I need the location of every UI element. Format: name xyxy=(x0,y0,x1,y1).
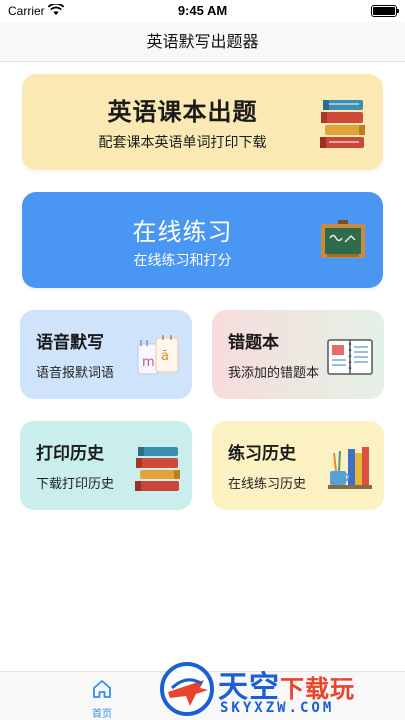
textbook-quiz-card[interactable]: 英语课本出题 配套课本英语单词打印下载 xyxy=(22,74,383,170)
pinyin-cards-icon: m ā xyxy=(137,335,179,375)
card-subtitle: 配套课本英语单词打印下载 xyxy=(98,135,267,151)
nav-bar: 英语默写出题器 xyxy=(0,22,405,62)
chalkboard-icon xyxy=(321,220,365,258)
card-subtitle: 下载打印历史 xyxy=(36,477,115,492)
card-title: 错题本 xyxy=(228,333,279,353)
online-practice-card[interactable]: 在线练习 在线练习和打分 xyxy=(22,192,383,288)
tab-home-label: 首页 xyxy=(92,709,112,720)
clock: 9:45 AM xyxy=(177,3,228,18)
card-subtitle: 语音报默词语 xyxy=(36,366,115,381)
battery-icon xyxy=(371,5,399,17)
books-stack-icon xyxy=(320,100,365,148)
desk-supplies-icon xyxy=(328,447,372,489)
notebook-icon xyxy=(327,339,373,375)
books-stack-icon xyxy=(135,447,180,491)
practice-history-card[interactable]: 练习历史 在线练习历史 xyxy=(212,421,384,510)
tab-home[interactable]: 首页 xyxy=(82,678,122,720)
home-icon xyxy=(93,680,111,698)
card-subtitle: 在线练习和打分 xyxy=(133,253,232,269)
card-subtitle: 在线练习历史 xyxy=(228,477,307,492)
watermark-domain: SKYXZW.COM xyxy=(220,700,335,716)
card-title: 练习历史 xyxy=(228,444,296,464)
card-title: 语音默写 xyxy=(36,333,104,353)
svg-text:ā: ā xyxy=(161,349,169,364)
card-title: 在线练习 xyxy=(132,218,233,246)
voice-dictation-card[interactable]: 语音默写 语音报默词语 m ā xyxy=(20,310,192,399)
status-bar: Carrier 9:45 AM xyxy=(0,0,405,22)
page-title: 英语默写出题器 xyxy=(146,32,259,51)
card-title: 英语课本出题 xyxy=(107,98,258,126)
site-watermark: 天空下载玩 SKYXZW.COM xyxy=(160,662,400,718)
card-title: 打印历史 xyxy=(36,444,104,464)
card-subtitle: 我添加的错题本 xyxy=(228,366,320,381)
site-logo-icon xyxy=(160,662,214,716)
print-history-card[interactable]: 打印历史 下载打印历史 xyxy=(20,421,192,510)
svg-text:m: m xyxy=(142,355,155,370)
mistake-book-card[interactable]: 错题本 我添加的错题本 xyxy=(212,310,384,399)
